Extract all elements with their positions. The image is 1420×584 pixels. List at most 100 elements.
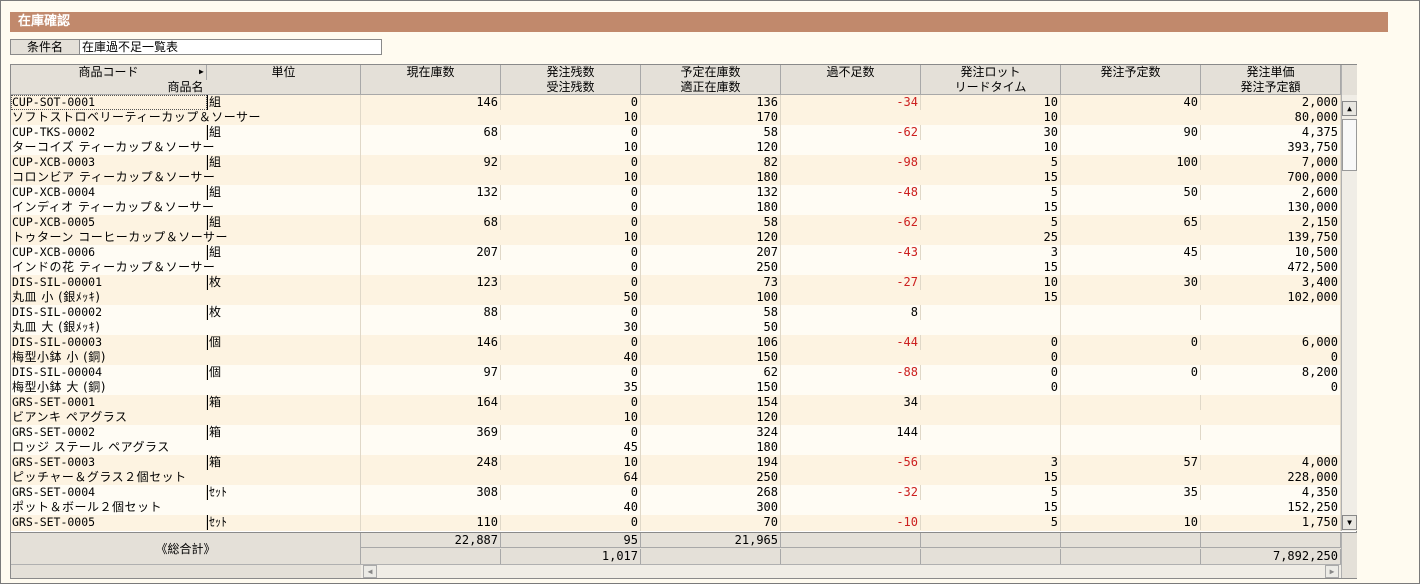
order-unit-price-cell[interactable]	[1201, 305, 1341, 320]
received-remaining-cell[interactable]: 10	[501, 230, 641, 245]
planned-order-qty-cell[interactable]: 45	[1061, 245, 1201, 260]
proper-stock-cell[interactable]: 100	[641, 290, 781, 305]
current-stock-cell[interactable]: 123	[361, 275, 501, 290]
received-remaining-cell[interactable]: 10	[501, 140, 641, 155]
planned-order-amount-cell[interactable]	[1201, 410, 1341, 425]
order-remaining-cell[interactable]: 10	[501, 455, 641, 470]
order-unit-price-cell[interactable]	[1201, 395, 1341, 410]
product-name-cell[interactable]: トゥターン コーヒーカップ＆ソーサー	[11, 230, 361, 245]
planned-order-amount-cell[interactable]: 130,000	[1201, 200, 1341, 215]
current-stock-cell[interactable]: 68	[361, 125, 501, 140]
product-code-cell[interactable]: DIS-SIL-00004	[11, 365, 207, 380]
order-remaining-cell[interactable]: 0	[501, 305, 641, 320]
order-unit-price-cell[interactable]: 1,750	[1201, 515, 1341, 530]
planned-order-qty-cell[interactable]: 35	[1061, 485, 1201, 500]
order-unit-price-cell[interactable]: 4,350	[1201, 485, 1341, 500]
current-stock-cell[interactable]: 207	[361, 245, 501, 260]
planned-stock-cell[interactable]: 324	[641, 425, 781, 440]
product-name-cell[interactable]: 梅型小鉢 大 (銅)	[11, 380, 361, 395]
planned-order-qty-cell[interactable]	[1061, 425, 1201, 440]
planned-stock-cell[interactable]: 106	[641, 335, 781, 350]
lead-time-cell[interactable]: 15	[921, 170, 1061, 185]
planned-order-qty-cell[interactable]: 0	[1061, 335, 1201, 350]
order-unit-price-cell[interactable]: 3,400	[1201, 275, 1341, 290]
table-row[interactable]: GRS-SET-0001 箱 164 0 154 34 ビアンキ ペアグラス 10 120	[11, 395, 1341, 425]
surplus-shortage-cell[interactable]: -27	[781, 275, 921, 290]
surplus-shortage-cell[interactable]: -98	[781, 155, 921, 170]
planned-stock-cell[interactable]: 154	[641, 395, 781, 410]
planned-stock-cell[interactable]: 58	[641, 305, 781, 320]
unit-cell[interactable]: 組	[207, 125, 361, 140]
table-row[interactable]: DIS-SIL-00002 枚 88 0 58 8 丸皿 大 (銀ﾒｯｷ) 30 50	[11, 305, 1341, 335]
planned-order-amount-cell[interactable]: 393,750	[1201, 140, 1341, 155]
current-stock-cell[interactable]: 146	[361, 335, 501, 350]
proper-stock-cell[interactable]: 150	[641, 380, 781, 395]
planned-order-qty-cell[interactable]: 50	[1061, 185, 1201, 200]
lead-time-cell[interactable]: 15	[921, 290, 1061, 305]
order-lot-cell[interactable]: 3	[921, 455, 1061, 470]
scroll-left-icon[interactable]: ◀	[363, 565, 377, 578]
proper-stock-cell[interactable]: 180	[641, 440, 781, 455]
order-unit-price-cell[interactable]: 10,500	[1201, 245, 1341, 260]
received-remaining-cell[interactable]: 10	[501, 110, 641, 125]
proper-stock-cell[interactable]: 300	[641, 500, 781, 515]
product-name-cell[interactable]: コロンビア ティーカップ＆ソーサー	[11, 170, 361, 185]
order-lot-cell[interactable]	[921, 305, 1061, 320]
unit-cell[interactable]: ｾｯﾄ	[207, 485, 361, 500]
order-lot-cell[interactable]: 5	[921, 485, 1061, 500]
proper-stock-cell[interactable]: 120	[641, 230, 781, 245]
order-lot-cell[interactable]: 5	[921, 215, 1061, 230]
lead-time-cell[interactable]: 15	[921, 500, 1061, 515]
product-code-cell[interactable]: CUP-XCB-0006	[11, 245, 207, 260]
received-remaining-cell[interactable]: 0	[501, 200, 641, 215]
order-remaining-cell[interactable]: 0	[501, 95, 641, 110]
lead-time-cell[interactable]: 0	[921, 350, 1061, 365]
order-lot-cell[interactable]: 5	[921, 185, 1061, 200]
product-name-cell[interactable]: ソフトストロベリーティーカップ＆ソーサー	[11, 110, 361, 125]
planned-order-qty-cell[interactable]: 40	[1061, 95, 1201, 110]
table-row[interactable]: CUP-XCB-0003 組 92 0 82 -98 5 100 7,000 コロンビア ティーカ…	[11, 155, 1341, 185]
table-row[interactable]: DIS-SIL-00003 個 146 0 106 -44 0 0 6,000 梅型小鉢 小 (銅…	[11, 335, 1341, 365]
table-row[interactable]: CUP-XCB-0004 組 132 0 132 -48 5 50 2,600 インディオ ティー…	[11, 185, 1341, 215]
proper-stock-cell[interactable]: 120	[641, 410, 781, 425]
lead-time-cell[interactable]	[921, 440, 1061, 455]
proper-stock-cell[interactable]: 180	[641, 200, 781, 215]
order-remaining-cell[interactable]: 0	[501, 485, 641, 500]
col-header-unit[interactable]: 単位	[207, 65, 361, 80]
product-code-cell[interactable]: CUP-TKS-0002	[11, 125, 207, 140]
order-remaining-cell[interactable]: 0	[501, 425, 641, 440]
surplus-shortage-cell[interactable]: -32	[781, 485, 921, 500]
sort-right-icon[interactable]: ▶	[199, 68, 204, 76]
order-remaining-cell[interactable]: 0	[501, 275, 641, 290]
proper-stock-cell[interactable]: 50	[641, 320, 781, 335]
product-code-cell[interactable]: CUP-XCB-0003	[11, 155, 207, 170]
order-lot-cell[interactable]: 0	[921, 335, 1061, 350]
planned-stock-cell[interactable]: 136	[641, 95, 781, 110]
order-lot-cell[interactable]: 5	[921, 155, 1061, 170]
table-row[interactable]: GRS-SET-0003 箱 248 10 194 -56 3 57 4,000 ピッチャー＆グラ…	[11, 455, 1341, 485]
lead-time-cell[interactable]: 25	[921, 230, 1061, 245]
lead-time-cell[interactable]	[921, 410, 1061, 425]
current-stock-cell[interactable]: 110	[361, 515, 501, 530]
surplus-shortage-cell[interactable]: -48	[781, 185, 921, 200]
planned-order-amount-cell[interactable]: 0	[1201, 350, 1341, 365]
current-stock-cell[interactable]: 248	[361, 455, 501, 470]
current-stock-cell[interactable]: 164	[361, 395, 501, 410]
received-remaining-cell[interactable]: 0	[501, 260, 641, 275]
order-unit-price-cell[interactable]: 6,000	[1201, 335, 1341, 350]
surplus-shortage-cell[interactable]: -62	[781, 215, 921, 230]
proper-stock-cell[interactable]: 150	[641, 350, 781, 365]
planned-order-qty-cell[interactable]	[1061, 395, 1201, 410]
order-remaining-cell[interactable]: 0	[501, 335, 641, 350]
received-remaining-cell[interactable]: 40	[501, 350, 641, 365]
planned-order-amount-cell[interactable]: 102,000	[1201, 290, 1341, 305]
planned-order-amount-cell[interactable]: 152,250	[1201, 500, 1341, 515]
surplus-shortage-cell[interactable]: -34	[781, 95, 921, 110]
col-header-product-code[interactable]: 商品コード	[11, 65, 207, 80]
product-name-cell[interactable]: インドの花 ティーカップ＆ソーサー	[11, 260, 361, 275]
received-remaining-cell[interactable]: 10	[501, 410, 641, 425]
product-name-cell[interactable]: インディオ ティーカップ＆ソーサー	[11, 200, 361, 215]
condition-name-field[interactable]: 在庫過不足一覧表	[80, 39, 382, 55]
planned-stock-cell[interactable]: 62	[641, 365, 781, 380]
scroll-right-icon[interactable]: ▶	[1325, 565, 1339, 578]
